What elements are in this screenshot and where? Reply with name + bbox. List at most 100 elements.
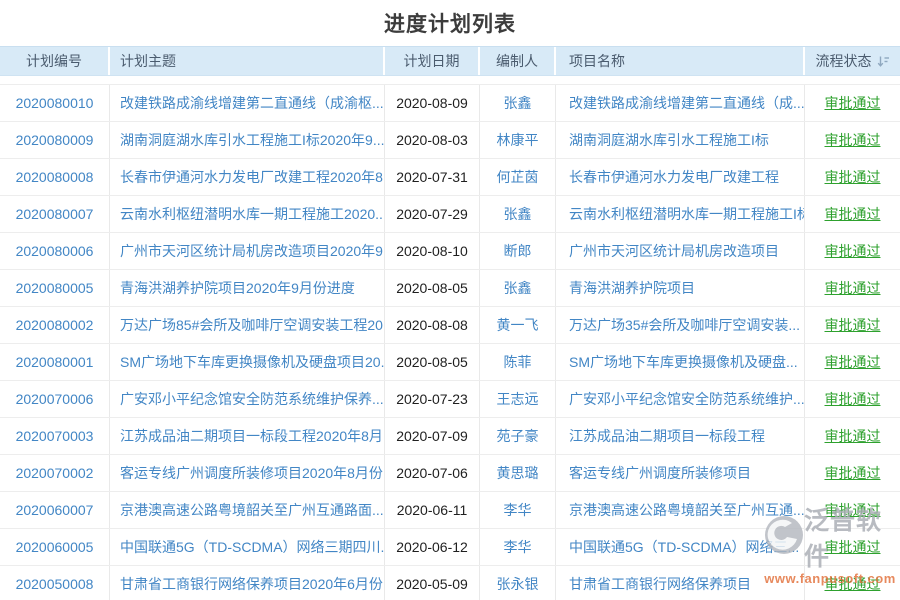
plan-subject-link[interactable]: SM广场地下车库更换摄像机及硬盘项目20... — [120, 352, 385, 372]
plan-subject-link[interactable]: 长春市伊通河水力发电厂改建工程2020年8... — [120, 167, 385, 187]
plan-date-text: 2020-07-23 — [396, 391, 468, 407]
plan-number-link[interactable]: 2020060007 — [16, 502, 94, 518]
cell-plan-date: 2020-08-10 — [385, 233, 480, 269]
project-name-link[interactable]: 客运专线广州调度所装修项目 — [569, 463, 751, 483]
plan-number-link[interactable]: 2020080006 — [16, 243, 94, 259]
project-name-link[interactable]: 广安邓小平纪念馆安全防范系统维护... — [569, 389, 805, 409]
project-name-link[interactable]: 广州市天河区统计局机房改造项目 — [569, 241, 779, 261]
cell-project-name: 改建铁路成渝线增建第二直通线（成... — [556, 85, 805, 121]
plan-subject-link[interactable]: 青海洪湖养护院项目2020年9月份进度 — [120, 278, 355, 298]
plan-number-link[interactable]: 2020080002 — [16, 317, 94, 333]
project-name-link[interactable]: 万达广场35#会所及咖啡厅空调安装... — [569, 315, 800, 335]
author-link[interactable]: 张鑫 — [504, 204, 532, 224]
author-link[interactable]: 黄一飞 — [497, 315, 539, 335]
cell-author: 苑子豪 — [480, 418, 556, 454]
status-approved-link[interactable]: 审批通过 — [825, 241, 881, 261]
plan-number-link[interactable]: 2020060005 — [16, 539, 94, 555]
cell-plan-subject: 长春市伊通河水力发电厂改建工程2020年8... — [110, 159, 385, 195]
author-link[interactable]: 王志远 — [497, 389, 539, 409]
project-name-link[interactable]: 湖南洞庭湖水库引水工程施工I标 — [569, 130, 769, 150]
cell-project-name: 云南水利枢纽潜明水库一期工程施工I标 — [556, 196, 805, 232]
cell-plan-date: 2020-07-23 — [385, 381, 480, 417]
plan-number-link[interactable]: 2020070002 — [16, 465, 94, 481]
plan-number-link[interactable]: 2020080009 — [16, 132, 94, 148]
cell-project-name: 京港澳高速公路粤境韶关至广州互通... — [556, 492, 805, 528]
plan-subject-link[interactable]: 甘肃省工商银行网络保养项目2020年6月份... — [120, 574, 385, 594]
cell-plan-number: 2020080002 — [0, 307, 110, 343]
cell-author: 林康平 — [480, 122, 556, 158]
plan-number-link[interactable]: 2020080010 — [16, 95, 94, 111]
status-approved-link[interactable]: 审批通过 — [825, 426, 881, 446]
author-link[interactable]: 林康平 — [497, 130, 539, 150]
status-approved-link[interactable]: 审批通过 — [825, 204, 881, 224]
sort-descending-icon[interactable] — [877, 55, 890, 68]
status-approved-link[interactable]: 审批通过 — [825, 389, 881, 409]
status-approved-link[interactable]: 审批通过 — [825, 500, 881, 520]
status-approved-link[interactable]: 审批通过 — [825, 463, 881, 483]
project-name-link[interactable]: 云南水利枢纽潜明水库一期工程施工I标 — [569, 204, 805, 224]
plan-number-link[interactable]: 2020070003 — [16, 428, 94, 444]
plan-subject-link[interactable]: 湖南洞庭湖水库引水工程施工I标2020年9... — [120, 130, 385, 150]
cell-plan-number: 2020070006 — [0, 381, 110, 417]
plan-subject-link[interactable]: 京港澳高速公路粤境韶关至广州互通路面... — [120, 500, 384, 520]
author-link[interactable]: 陈菲 — [504, 352, 532, 372]
project-name-link[interactable]: SM广场地下车库更换摄像机及硬盘... — [569, 352, 798, 372]
author-link[interactable]: 李华 — [504, 537, 532, 557]
table-row: 2020070003 江苏成品油二期项目一标段工程2020年8月... 2020… — [0, 418, 900, 455]
author-link[interactable]: 张永银 — [497, 574, 539, 594]
cell-plan-subject: 广州市天河区统计局机房改造项目2020年9... — [110, 233, 385, 269]
author-link[interactable]: 张鑫 — [504, 93, 532, 113]
cell-plan-number: 2020050008 — [0, 566, 110, 600]
author-link[interactable]: 苑子豪 — [497, 426, 539, 446]
plan-number-link[interactable]: 2020050008 — [16, 576, 94, 592]
table-header-row: 计划编号 计划主题 计划日期 编制人 项目名称 流程状态 — [0, 46, 900, 76]
cell-status: 审批通过 — [805, 233, 900, 269]
plan-date-text: 2020-07-29 — [396, 206, 468, 222]
plan-subject-link[interactable]: 广州市天河区统计局机房改造项目2020年9... — [120, 241, 385, 261]
status-approved-link[interactable]: 审批通过 — [825, 93, 881, 113]
author-link[interactable]: 断郎 — [504, 241, 532, 261]
column-header-status[interactable]: 流程状态 — [805, 47, 900, 75]
plan-subject-link[interactable]: 中国联通5G（TD-SCDMA）网络三期四川... — [120, 537, 385, 557]
table-row: 2020080006 广州市天河区统计局机房改造项目2020年9... 2020… — [0, 233, 900, 270]
status-approved-link[interactable]: 审批通过 — [825, 574, 881, 594]
plan-date-text: 2020-08-09 — [396, 95, 468, 111]
project-name-link[interactable]: 青海洪湖养护院项目 — [569, 278, 695, 298]
project-name-link[interactable]: 京港澳高速公路粤境韶关至广州互通... — [569, 500, 805, 520]
project-name-link[interactable]: 长春市伊通河水力发电厂改建工程 — [569, 167, 779, 187]
plan-number-link[interactable]: 2020070006 — [16, 391, 94, 407]
project-name-link[interactable]: 甘肃省工商银行网络保养项目 — [569, 574, 751, 594]
status-approved-link[interactable]: 审批通过 — [825, 537, 881, 557]
status-approved-link[interactable]: 审批通过 — [825, 315, 881, 335]
project-name-link[interactable]: 江苏成品油二期项目一标段工程 — [569, 426, 765, 446]
plan-subject-link[interactable]: 客运专线广州调度所装修项目2020年8月份... — [120, 463, 385, 483]
status-approved-link[interactable]: 审批通过 — [825, 278, 881, 298]
plan-subject-link[interactable]: 改建铁路成渝线增建第二直通线（成渝枢... — [120, 93, 384, 113]
cell-plan-date: 2020-06-11 — [385, 492, 480, 528]
status-approved-link[interactable]: 审批通过 — [825, 167, 881, 187]
cell-plan-subject: 改建铁路成渝线增建第二直通线（成渝枢... — [110, 85, 385, 121]
status-approved-link[interactable]: 审批通过 — [825, 352, 881, 372]
author-link[interactable]: 李华 — [504, 500, 532, 520]
plan-number-link[interactable]: 2020080007 — [16, 206, 94, 222]
plan-subject-link[interactable]: 广安邓小平纪念馆安全防范系统维护保养... — [120, 389, 384, 409]
cell-plan-subject: 甘肃省工商银行网络保养项目2020年6月份... — [110, 566, 385, 600]
status-approved-link[interactable]: 审批通过 — [825, 130, 881, 150]
table-row: 2020060005 中国联通5G（TD-SCDMA）网络三期四川... 202… — [0, 529, 900, 566]
project-name-link[interactable]: 改建铁路成渝线增建第二直通线（成... — [569, 93, 805, 113]
plan-number-link[interactable]: 2020080005 — [16, 280, 94, 296]
plan-subject-link[interactable]: 云南水利枢纽潜明水库一期工程施工2020... — [120, 204, 385, 224]
plan-subject-link[interactable]: 万达广场85#会所及咖啡厅空调安装工程20... — [120, 315, 385, 335]
column-header-plan-subject: 计划主题 — [110, 47, 385, 75]
cell-plan-subject: 万达广场85#会所及咖啡厅空调安装工程20... — [110, 307, 385, 343]
cell-project-name: 长春市伊通河水力发电厂改建工程 — [556, 159, 805, 195]
plan-number-link[interactable]: 2020080008 — [16, 169, 94, 185]
column-header-plan-date: 计划日期 — [385, 47, 480, 75]
plan-number-link[interactable]: 2020080001 — [16, 354, 94, 370]
author-link[interactable]: 何芷茵 — [497, 167, 539, 187]
plan-subject-link[interactable]: 江苏成品油二期项目一标段工程2020年8月... — [120, 426, 385, 446]
author-link[interactable]: 黄思璐 — [497, 463, 539, 483]
project-name-link[interactable]: 中国联通5G（TD-SCDMA）网络三... — [569, 537, 799, 557]
cell-plan-number: 2020060007 — [0, 492, 110, 528]
author-link[interactable]: 张鑫 — [504, 278, 532, 298]
